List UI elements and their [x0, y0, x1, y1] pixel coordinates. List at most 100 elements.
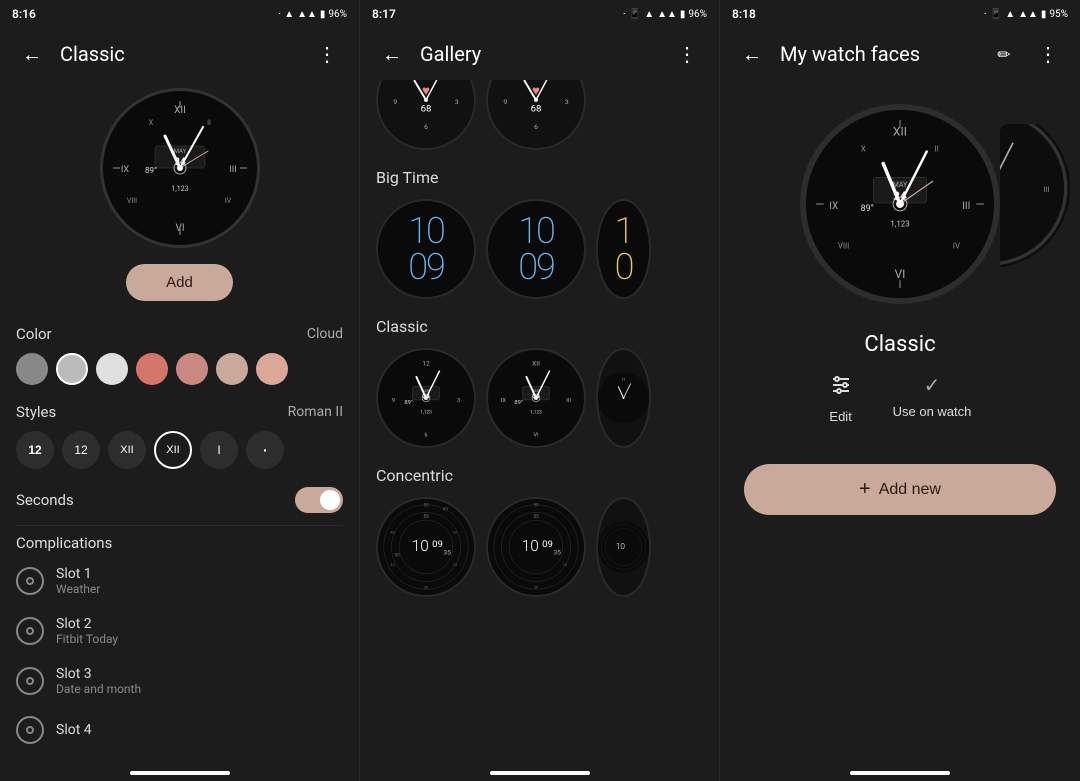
concentric-watch-3[interactable]: 10: [596, 497, 651, 597]
svg-text:III: III: [962, 201, 970, 212]
color-gray[interactable]: [16, 353, 48, 385]
classic-watch-2[interactable]: XII III IX VI SEP 04 89° 1,123: [486, 348, 586, 448]
center-battery-icon: ▮: [680, 9, 686, 20]
watch-preview: XII III VI IX X II IV VIII MAY: [0, 80, 359, 260]
classic-watch-3[interactable]: 12: [596, 348, 651, 448]
concentric-watch-2[interactable]: 50 55 10 09 35 30 25: [486, 497, 586, 597]
top-watch-2[interactable]: 12 3 9 6 ♥ 68: [486, 80, 586, 150]
svg-text:10: 10: [412, 537, 429, 555]
home-bar-center: [490, 771, 590, 775]
status-bar-right: 8:18 ⋅ 📱 ▲ ▲▲ ▮ 95%: [720, 0, 1080, 28]
signal-icon: ▲▲: [297, 9, 317, 20]
slot-1-icon: [16, 567, 44, 595]
slot-1-item[interactable]: Slot 1 Weather: [0, 556, 359, 606]
svg-text:9: 9: [392, 398, 395, 404]
slot-2-icon: [16, 617, 44, 645]
slot-1-name: Slot 1: [56, 566, 100, 582]
more-button-center[interactable]: ⋮: [671, 38, 703, 70]
panel-right: 8:18 ⋅ 📱 ▲ ▲▲ ▮ 95% ← My watch faces ✏ ⋮…: [720, 0, 1080, 781]
svg-text:9: 9: [393, 98, 397, 106]
slot-4-text: Slot 4: [56, 722, 92, 738]
battery-pct-left: 96%: [328, 9, 347, 20]
color-dusty-rose[interactable]: [216, 353, 248, 385]
svg-text:III: III: [229, 165, 236, 175]
edit-button[interactable]: Edit: [829, 373, 853, 424]
use-on-watch-button[interactable]: ✓ Use on watch: [893, 373, 972, 424]
svg-text:VIII: VIII: [126, 197, 136, 205]
bigtime-watch-2[interactable]: 10 09: [486, 199, 586, 299]
right-phone-icon: 📱: [990, 9, 1002, 20]
back-button-left[interactable]: ←: [16, 38, 48, 70]
svg-text:IX: IX: [829, 201, 838, 212]
nav-title-left: Classic: [60, 42, 299, 66]
color-salmon[interactable]: [176, 353, 208, 385]
svg-text:30: 30: [424, 584, 428, 589]
color-coral[interactable]: [136, 353, 168, 385]
more-button-left[interactable]: ⋮: [311, 38, 343, 70]
concentric-watch-1[interactable]: 50 45 00 55 10 09 35 30 25 20 40 35: [376, 497, 476, 597]
svg-text:12: 12: [621, 378, 625, 382]
seconds-toggle[interactable]: [295, 487, 343, 513]
back-button-center[interactable]: ←: [376, 38, 408, 70]
classic-watch-1[interactable]: 12 3 9 6 SEP 04 89° 1,123: [376, 348, 476, 448]
svg-text:35: 35: [390, 562, 394, 567]
slot-2-dot: [26, 627, 34, 635]
style-12-thin[interactable]: 12: [62, 431, 100, 469]
back-button-right[interactable]: ←: [736, 38, 768, 70]
slot-2-item[interactable]: Slot 2 Fitbit Today: [0, 606, 359, 656]
nav-title-center: Gallery: [420, 42, 659, 66]
action-row: Edit ✓ Use on watch: [720, 365, 1080, 440]
color-white[interactable]: [96, 353, 128, 385]
svg-text:25: 25: [563, 562, 567, 567]
bigtime-watch-3[interactable]: 1 0: [596, 199, 651, 299]
svg-text:30: 30: [534, 584, 538, 589]
color-row: [0, 347, 359, 395]
svg-text:III: III: [1043, 185, 1049, 194]
slot-4-item[interactable]: Slot 4: [0, 706, 359, 754]
slot-2-name: Slot 2: [56, 616, 118, 632]
svg-text:09: 09: [432, 539, 443, 550]
style-xii-circle[interactable]: XII: [154, 431, 192, 469]
svg-text:X: X: [148, 119, 153, 127]
center-signal-icon: ▲▲: [657, 9, 677, 20]
color-peach[interactable]: [256, 353, 288, 385]
home-bar-left: [130, 771, 230, 775]
bigtime-title: Big Time: [360, 154, 719, 195]
top-watch-1[interactable]: 12 3 9 6 ♥ 68: [376, 80, 476, 150]
color-light-gray[interactable]: [56, 353, 88, 385]
svg-text:12: 12: [532, 80, 541, 81]
add-button[interactable]: Add: [126, 264, 233, 301]
svg-text:3: 3: [457, 398, 460, 404]
battery-pct-center: 96%: [688, 9, 707, 20]
more-button-right[interactable]: ⋮: [1032, 38, 1064, 70]
style-dot[interactable]: ·: [246, 431, 284, 469]
svg-text:6: 6: [534, 123, 538, 131]
style-xii-thin[interactable]: XII: [108, 431, 146, 469]
color-value: Cloud: [307, 326, 343, 342]
svg-text:50: 50: [423, 503, 429, 509]
svg-text:10: 10: [522, 537, 539, 555]
status-bar-left: 8:16 ⋅ ▲ ▲▲ ▮ 96%: [0, 0, 359, 28]
slot-3-item[interactable]: Slot 3 Date and month: [0, 656, 359, 706]
pencil-button-right[interactable]: ✏: [988, 38, 1020, 70]
svg-text:68: 68: [531, 104, 542, 115]
center-bt-icon: ⋅: [623, 9, 626, 20]
panel-center: 8:17 ⋅ 📱 ▲ ▲▲ ▮ 96% ← Gallery ⋮ 12 3 9 6: [360, 0, 720, 781]
nav-bar-right: ← My watch faces ✏ ⋮: [720, 28, 1080, 80]
gallery-scroll[interactable]: 12 3 9 6 ♥ 68 12 3 9 6: [360, 80, 719, 781]
svg-text:1,123: 1,123: [890, 220, 909, 229]
svg-text:3: 3: [455, 98, 459, 106]
concentric-row: 50 45 00 55 10 09 35 30 25 20 40 35: [360, 493, 719, 601]
svg-text:09: 09: [542, 539, 553, 550]
add-new-button[interactable]: + Add new: [744, 464, 1056, 515]
classic-row: 12 3 9 6 SEP 04 89° 1,123: [360, 344, 719, 452]
slot-1-text: Slot 1 Weather: [56, 566, 100, 596]
right-wifi-icon: ▲: [1005, 9, 1015, 20]
style-12-bold[interactable]: 12: [16, 431, 54, 469]
time-center: 8:17: [372, 7, 396, 21]
slot-4-dot: [26, 726, 34, 734]
style-i[interactable]: I: [200, 431, 238, 469]
bigtime-watch-1[interactable]: 10 09: [376, 199, 476, 299]
svg-text:10: 10: [616, 541, 626, 551]
svg-text:55: 55: [423, 514, 429, 520]
